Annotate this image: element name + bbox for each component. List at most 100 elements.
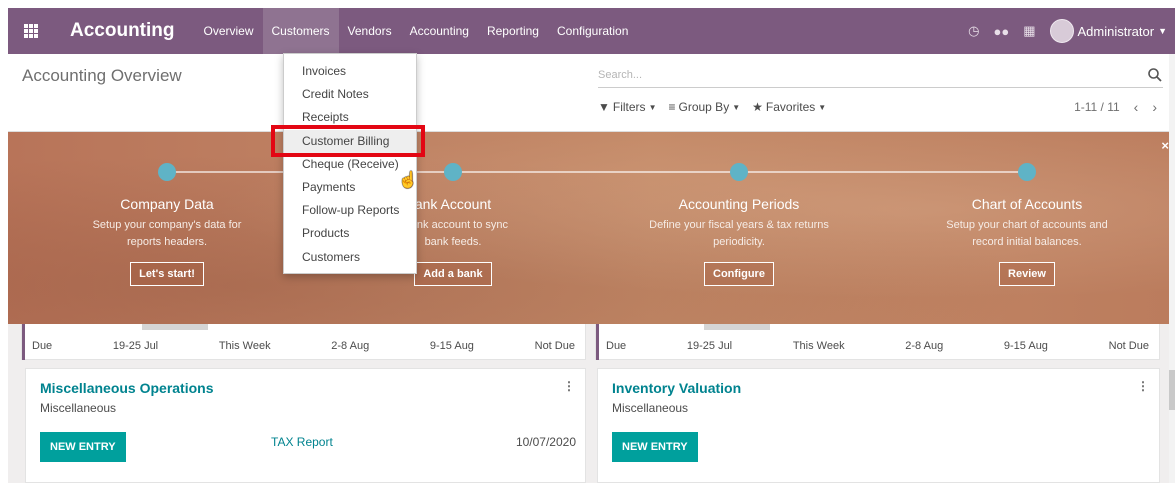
new-entry-button[interactable]: NEW ENTRY <box>612 432 698 462</box>
tick-label: 19-25 Jul <box>112 340 159 352</box>
clock-icon[interactable]: ◷ <box>968 23 979 39</box>
graph-ticks: Due 19-25 Jul This Week 2-8 Aug 9-15 Aug… <box>606 340 1149 352</box>
user-menu[interactable]: Administrator ▼ <box>1049 19 1167 43</box>
journal-title[interactable]: Miscellaneous Operations <box>40 380 214 396</box>
tick-label: This Week <box>218 340 271 352</box>
apps-menu-icon[interactable] <box>8 8 54 54</box>
menu-reporting[interactable]: Reporting <box>478 8 548 54</box>
journal-date: 10/07/2020 <box>515 435 576 449</box>
avatar <box>1049 19 1074 43</box>
customers-dropdown-menu: Invoices Credit Notes Receipts Customer … <box>283 53 417 274</box>
menu-item-credit-notes[interactable]: Credit Notes <box>284 83 416 106</box>
tick-label: Not Due <box>534 340 575 352</box>
menu-configuration[interactable]: Configuration <box>548 8 637 54</box>
configure-button[interactable]: Configure <box>704 262 774 286</box>
page-title: Accounting Overview <box>22 66 182 85</box>
chevron-down-icon: ▼ <box>648 102 657 112</box>
groupby-label: Group By <box>678 100 730 114</box>
kebab-menu-icon[interactable]: ⋮ <box>1137 379 1149 393</box>
journal-card-misc: Miscellaneous Operations Miscellaneous ⋮… <box>25 368 586 483</box>
step-description: Setup your company's data for reports hea… <box>92 219 242 248</box>
menu-customers[interactable]: Customers <box>262 8 339 54</box>
star-icon: ★ <box>752 100 763 114</box>
pager: 1-11 / 11 ‹ › <box>1074 99 1157 115</box>
tick-label: Due <box>32 340 53 352</box>
step-accounting-periods: Accounting Periods Define your fiscal ye… <box>624 196 854 286</box>
dashboard: Due 19-25 Jul This Week 2-8 Aug 9-15 Aug… <box>8 324 1175 483</box>
step-dot <box>1018 163 1036 181</box>
graph-bar <box>142 324 208 330</box>
chat-icon[interactable]: ●● <box>993 24 1009 39</box>
chevron-down-icon: ▼ <box>732 102 741 112</box>
highlight-annotation-box <box>271 125 425 157</box>
tax-report-link[interactable]: TAX Report <box>271 435 333 449</box>
journal-subtitle: Miscellaneous <box>612 401 689 415</box>
favorites-label: Favorites <box>765 100 816 114</box>
lets-start-button[interactable]: Let's start! <box>130 262 204 286</box>
tick-label: This Week <box>792 340 845 352</box>
menu-item-invoices[interactable]: Invoices <box>284 60 416 83</box>
filter-icon: ▼ <box>598 100 610 114</box>
menu-overview[interactable]: Overview <box>195 8 263 54</box>
step-dot <box>158 163 176 181</box>
kebab-menu-icon[interactable]: ⋮ <box>563 379 575 393</box>
control-panel: Accounting Overview Search... ▼ Filters … <box>8 54 1175 132</box>
user-name: Administrator <box>1077 23 1155 39</box>
step-description: Setup your chart of accounts and record i… <box>946 219 1108 248</box>
gift-icon[interactable]: ▦ <box>1023 23 1035 39</box>
pager-previous-icon[interactable]: ‹ <box>1134 99 1139 115</box>
menu-item-payments[interactable]: Payments <box>284 176 416 199</box>
hand-cursor-icon: ☝ <box>398 172 418 189</box>
step-dot <box>730 163 748 181</box>
groupby-button[interactable]: ≡ Group By ▼ <box>668 100 740 114</box>
journal-graph: Due 19-25 Jul This Week 2-8 Aug 9-15 Aug… <box>595 324 1160 360</box>
pager-value[interactable]: 1-11 / 11 <box>1074 100 1120 114</box>
chevron-down-icon: ▼ <box>818 102 827 112</box>
top-navbar: Accounting Overview Customers Vendors Ac… <box>8 8 1175 54</box>
step-title: Chart of Accounts <box>971 196 1083 212</box>
menu-accounting[interactable]: Accounting <box>401 8 478 54</box>
tick-label: 9-15 Aug <box>1003 340 1048 352</box>
review-button[interactable]: Review <box>999 262 1055 286</box>
tick-label: 9-15 Aug <box>429 340 474 352</box>
journal-subtitle: Miscellaneous <box>40 401 117 415</box>
step-title: Company Data <box>120 196 214 212</box>
chevron-down-icon: ▼ <box>1158 26 1167 36</box>
graph-ticks: Due 19-25 Jul This Week 2-8 Aug 9-15 Aug… <box>32 340 575 352</box>
new-entry-button[interactable]: NEW ENTRY <box>40 432 126 462</box>
search-icon[interactable] <box>1147 67 1163 83</box>
search-options: ▼ Filters ▼ ≡ Group By ▼ ★ Favorites ▼ <box>598 100 826 114</box>
onboarding-banner: × Company Data Setup your company's data… <box>8 132 1175 324</box>
pager-next-icon[interactable]: › <box>1152 99 1157 115</box>
tick-label: Due <box>606 340 627 352</box>
step-company-data: Company Data Setup your company's data f… <box>52 196 282 286</box>
tick-label: Not Due <box>1108 340 1149 352</box>
menu-item-follow-up-reports[interactable]: Follow-up Reports <box>284 199 416 222</box>
favorites-button[interactable]: ★ Favorites ▼ <box>752 100 826 114</box>
app-brand[interactable]: Accounting <box>54 20 195 42</box>
add-bank-button[interactable]: Add a bank <box>414 262 492 286</box>
filters-label: Filters <box>612 100 646 114</box>
search-input[interactable]: Search... <box>598 66 1163 88</box>
tick-label: 19-25 Jul <box>686 340 733 352</box>
step-dot <box>444 163 462 181</box>
filters-button[interactable]: ▼ Filters ▼ <box>598 100 656 114</box>
list-icon: ≡ <box>668 100 676 114</box>
navbar-systray: ◷ ●● ▦ Administrator ▼ <box>968 8 1175 54</box>
step-title: Accounting Periods <box>678 196 800 212</box>
journal-title[interactable]: Inventory Valuation <box>612 380 741 396</box>
card-accent <box>596 324 599 360</box>
card-accent <box>22 324 25 360</box>
menu-item-customers[interactable]: Customers <box>284 246 416 269</box>
step-description: Define your fiscal years & tax returns pe… <box>649 219 829 248</box>
journal-graph: Due 19-25 Jul This Week 2-8 Aug 9-15 Aug… <box>21 324 586 360</box>
journal-card-inventory: Inventory Valuation Miscellaneous ⋮ NEW … <box>597 368 1160 483</box>
close-icon[interactable]: × <box>1161 138 1169 153</box>
menu-item-products[interactable]: Products <box>284 222 416 245</box>
page-scrollbar[interactable] <box>1169 54 1175 483</box>
menu-vendors[interactable]: Vendors <box>339 8 401 54</box>
main-menu: Overview Customers Vendors Accounting Re… <box>195 8 638 54</box>
tick-label: 2-8 Aug <box>331 340 370 352</box>
scrollbar-thumb[interactable] <box>1169 370 1175 410</box>
search-placeholder: Search... <box>598 69 643 81</box>
